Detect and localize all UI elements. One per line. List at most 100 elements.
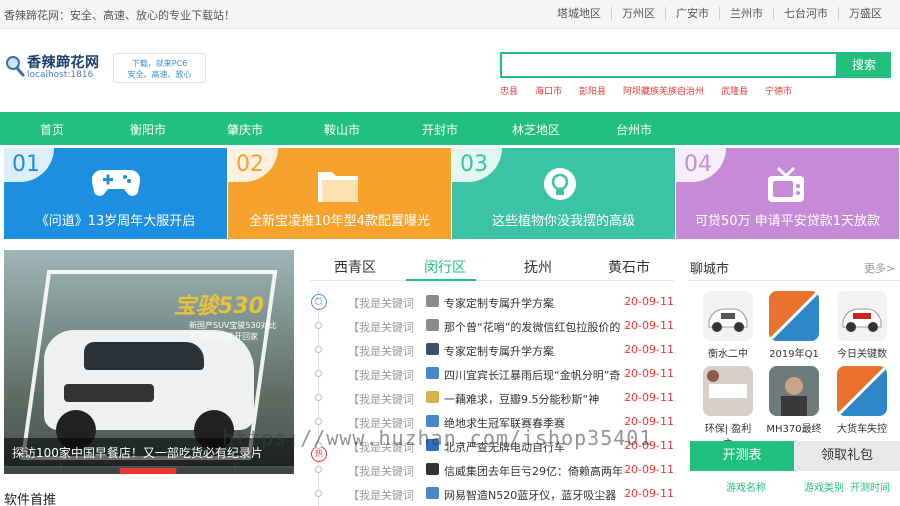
lightbulb-icon [544, 168, 576, 200]
section-title: 软件首推 [4, 493, 57, 506]
nav-item-home[interactable]: 首页 [40, 121, 64, 138]
hot-word[interactable]: 忠县 [500, 84, 518, 97]
news-row[interactable]: 【我是关键词 网易智造N520蓝牙仪，蓝牙吸尘器 20-09-11 [310, 482, 674, 506]
hot-word[interactable]: 武隆县 [721, 84, 748, 97]
search-input[interactable] [500, 52, 838, 78]
test-tabs: 开测表 领取礼包 [690, 441, 900, 471]
slider-dot[interactable] [236, 468, 292, 474]
search-button[interactable]: 搜索 [837, 52, 891, 78]
news-date: 20-09-11 [624, 391, 674, 404]
top-link[interactable]: 万盛区 [838, 7, 892, 20]
news-date: 20-09-11 [624, 319, 674, 332]
news-date: 20-09-11 [624, 463, 674, 476]
news-row[interactable]: 【我是关键词 专家定制专属升学方案 20-09-11 [310, 290, 674, 314]
news-title[interactable]: 四川宜宾长江暴雨后现“金帆分明”奇 [444, 367, 622, 383]
top-link[interactable]: 七台河市 [773, 7, 838, 20]
nav-item[interactable]: 肇庆市 [227, 121, 263, 138]
news-row[interactable]: 【我是关键词 那个曾“花哨”的发微信红包拉股价的 20-09-11 [310, 314, 674, 338]
app-item[interactable]: MH370最终 [766, 366, 822, 435]
nav-item[interactable]: 衡阳市 [130, 121, 166, 138]
hot-word[interactable]: 宁德市 [765, 84, 792, 97]
more-link[interactable]: 更多> [864, 260, 895, 276]
hot-word[interactable]: 阿坝藏族羌族自治州 [623, 84, 704, 97]
tab-test-schedule[interactable]: 开测表 [690, 441, 794, 471]
news-row[interactable]: 【我是关键词 专家定制专属升学方案 20-09-11 [310, 338, 674, 362]
news-thumb-icon [426, 343, 439, 355]
feature-tile[interactable]: 01 《问道》13岁周年大服开启 [4, 148, 227, 239]
slider-dot-active[interactable] [120, 468, 176, 474]
top-link[interactable]: 塔城地区 [547, 7, 611, 20]
news-row[interactable]: 【我是关键词 信威集团去年巨亏29亿：倚赖高两年 20-09-11 [310, 458, 674, 482]
tab-active[interactable]: 闵行区 [424, 257, 466, 277]
news-date: 20-09-11 [624, 295, 674, 308]
tab[interactable]: 黄石市 [608, 257, 650, 277]
app-item[interactable]: 衡水二中 [700, 291, 756, 360]
feature-tile[interactable]: 02 全新宝凌推10年型4款配置曝光 [228, 148, 451, 239]
app-thumb [837, 291, 887, 341]
news-title[interactable]: 信威集团去年巨亏29亿：倚赖高两年 [444, 463, 622, 479]
site-host: localhost:1816 [27, 70, 94, 80]
top-link[interactable]: 万州区 [611, 7, 665, 20]
promo-line2: 安全、高速、放心 [127, 70, 192, 79]
slider-dot[interactable] [62, 468, 118, 474]
site-name: 香辣蹄花网 [27, 55, 100, 71]
site-logo[interactable]: 香辣蹄花网 localhost:1816 [5, 52, 105, 82]
news-date: 20-09-11 [624, 487, 674, 500]
hot-word[interactable]: 彭阳县 [579, 84, 606, 97]
top-link[interactable]: 兰州市 [719, 7, 773, 20]
tab[interactable]: 西青区 [334, 257, 376, 277]
news-thumb-icon [426, 391, 439, 403]
news-thumb-icon [426, 367, 439, 379]
nav-item[interactable]: 鞍山市 [324, 121, 360, 138]
timeline-dot [315, 298, 322, 305]
app-item[interactable]: 环保| 盈利之 [700, 366, 756, 450]
news-tag: 【我是关键词 [348, 393, 414, 406]
app-label: 衡水二中 [708, 349, 748, 360]
hot-word[interactable]: 海口市 [535, 84, 562, 97]
slider-dot[interactable] [178, 468, 234, 474]
nav-item[interactable]: 开封市 [422, 121, 458, 138]
top-link[interactable]: 广安市 [665, 7, 719, 20]
app-item[interactable]: 今日关键数 [834, 291, 890, 360]
slider-dot[interactable] [4, 468, 60, 474]
promo-badge[interactable]: 下载，就来PC6 安全、高速、放心 [113, 53, 206, 83]
nav-item[interactable]: 台州市 [616, 121, 652, 138]
news-tag: 【我是关键词 [348, 465, 414, 478]
news-title[interactable]: 那个曾“花哨”的发微信红包拉股价的 [444, 319, 622, 335]
app-label: 今日关键数 [837, 349, 887, 360]
tab-gift[interactable]: 领取礼包 [794, 441, 900, 471]
hero-subtitle: 新国产SUV宝骏530对比 不到8万就能开回家 [189, 321, 277, 341]
news-row[interactable]: 【我是关键词 一藕难求，豆瓣9.5分能秒斯“神 20-09-11 [310, 386, 674, 410]
hero-brand: 宝骏530 [174, 294, 264, 319]
news-title[interactable]: 专家定制专属升学方案 [444, 295, 622, 311]
app-thumb [703, 366, 753, 416]
watermark-text: https://www.huzhan.com/ishop35401 [222, 426, 653, 450]
folder-icon [318, 172, 358, 202]
news-title[interactable]: 网易智造N520蓝牙仪，蓝牙吸尘器 [444, 487, 622, 503]
news-thumb-icon [426, 463, 439, 475]
nav-item[interactable]: 林芝地区 [512, 121, 560, 138]
news-thumb-icon [426, 295, 439, 307]
tab[interactable]: 抚州 [524, 257, 552, 277]
news-thumb-icon [426, 319, 439, 331]
news-tag: 【我是关键词 [348, 321, 414, 334]
app-label: 大货车失控 [837, 424, 887, 435]
feature-tile[interactable]: 03 这些植物你没我摆的高级 [452, 148, 675, 239]
news-date: 20-09-11 [624, 343, 674, 356]
gamepad-icon [92, 169, 140, 196]
right-title: 聊城市 [690, 262, 730, 277]
news-tag: 【我是关键词 [348, 345, 414, 358]
tab-indicator [406, 279, 476, 281]
timeline-dot [315, 466, 322, 473]
feature-tile[interactable]: 04 可贷50万 申请平安贷款1天放款 [676, 148, 899, 239]
magnifier-icon [6, 56, 25, 77]
top-links: 塔城地区 万州区 广安市 兰州市 七台河市 万盛区 [547, 7, 892, 20]
search-bar: 搜索 [500, 52, 891, 78]
app-item[interactable]: 2019年Q1 [766, 291, 822, 360]
slider-indicators [4, 468, 294, 474]
news-title[interactable]: 一藕难求，豆瓣9.5分能秒斯“神 [444, 391, 622, 407]
news-row[interactable]: 【我是关键词 四川宜宾长江暴雨后现“金帆分明”奇 20-09-11 [310, 362, 674, 386]
app-label: 2019年Q1 [769, 349, 819, 360]
app-item[interactable]: 大货车失控 [834, 366, 890, 435]
news-title[interactable]: 专家定制专属升学方案 [444, 343, 622, 359]
